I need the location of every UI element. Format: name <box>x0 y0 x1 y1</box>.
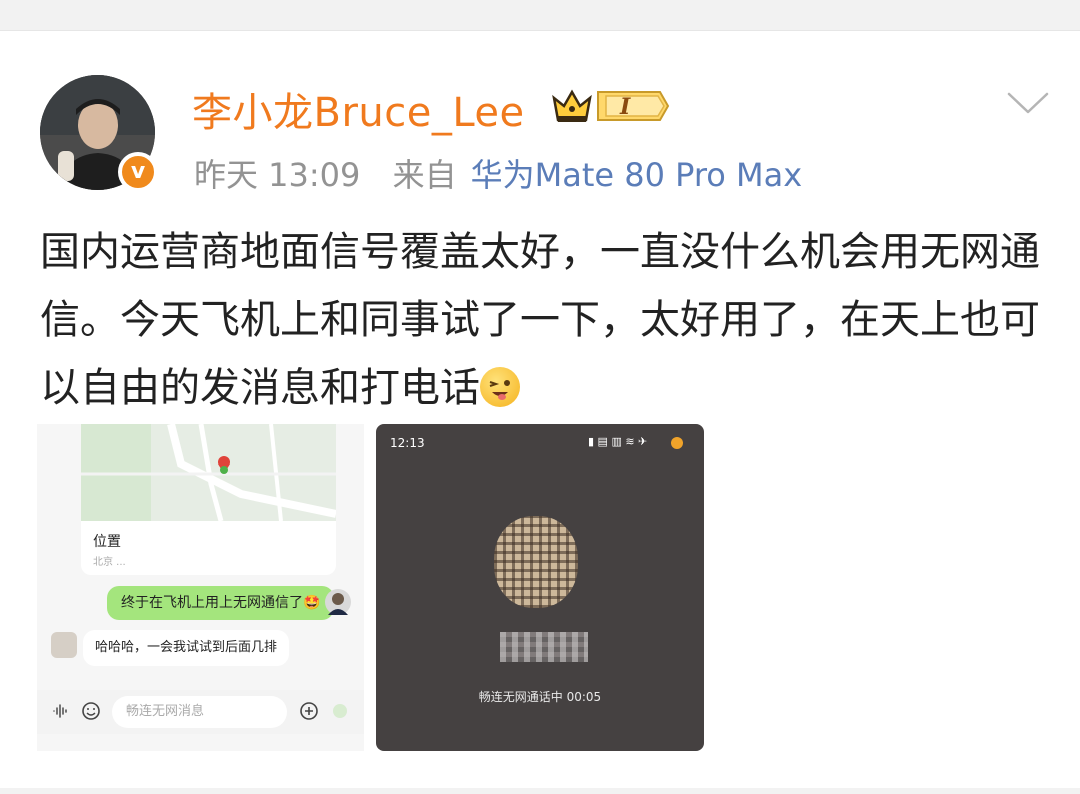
winking-emoji-icon <box>480 367 520 407</box>
voice-icon[interactable] <box>51 701 71 726</box>
add-icon[interactable] <box>299 701 319 726</box>
status-time: 12:13 <box>390 436 425 450</box>
device-source[interactable]: 华为Mate 80 Pro Max <box>471 156 803 194</box>
verified-badge-icon: v <box>118 152 158 192</box>
location-title: 位置 <box>93 534 121 550</box>
post-time: 昨天 13:09 <box>194 156 361 194</box>
location-card[interactable]: 位置 北京 ... <box>81 521 336 575</box>
username[interactable]: 李小龙Bruce_Lee <box>192 80 525 138</box>
post-body: 国内运营商地面信号覆盖太好，一直没什么机会用无网通信。今天飞机上和同事试了一下，… <box>40 229 1040 411</box>
caller-name-blurred <box>500 632 588 662</box>
caller-avatar-blurred <box>494 516 578 608</box>
emoji-icon[interactable] <box>81 701 101 726</box>
post-meta: 昨天 13:09 来自 华为Mate 80 Pro Max <box>194 150 802 196</box>
top-bar <box>0 0 1080 31</box>
badge-level: I <box>619 94 631 120</box>
notification-dot-icon <box>671 437 683 449</box>
post-image-call[interactable]: 12:13 ▮ ▤ ▥ ≋ ✈ 畅连无网通话中 00:05 <box>376 424 704 751</box>
chat-input[interactable]: 畅连无网消息 <box>112 696 287 728</box>
sent-message: 终于在飞机上用上无网通信了🤩 <box>107 586 335 620</box>
post-text: 国内运营商地面信号覆盖太好，一直没什么机会用无网通信。今天飞机上和同事试了一下，… <box>40 218 1040 422</box>
call-status: 畅连无网通话中 00:05 <box>478 690 602 704</box>
chevron-down-icon[interactable] <box>1005 88 1051 118</box>
status-icons: ▮ ▤ ▥ ≋ ✈ <box>588 435 648 448</box>
divider <box>0 788 1080 794</box>
received-message: 哈哈哈，一会我试试到后面几排 <box>83 630 290 666</box>
post-image-chat[interactable]: 位置 北京 ... 终于在飞机上用上无网通信了🤩 哈哈哈，一会我试试到后面几排 … <box>37 424 364 751</box>
map-thumbnail <box>81 424 336 521</box>
send-icon[interactable] <box>332 703 348 724</box>
source-prefix: 来自 <box>392 156 457 194</box>
my-avatar <box>325 589 351 615</box>
crown-badge-icon[interactable]: I <box>550 84 670 128</box>
friend-avatar <box>51 632 77 658</box>
location-subtitle: 北京 ... <box>93 557 126 568</box>
